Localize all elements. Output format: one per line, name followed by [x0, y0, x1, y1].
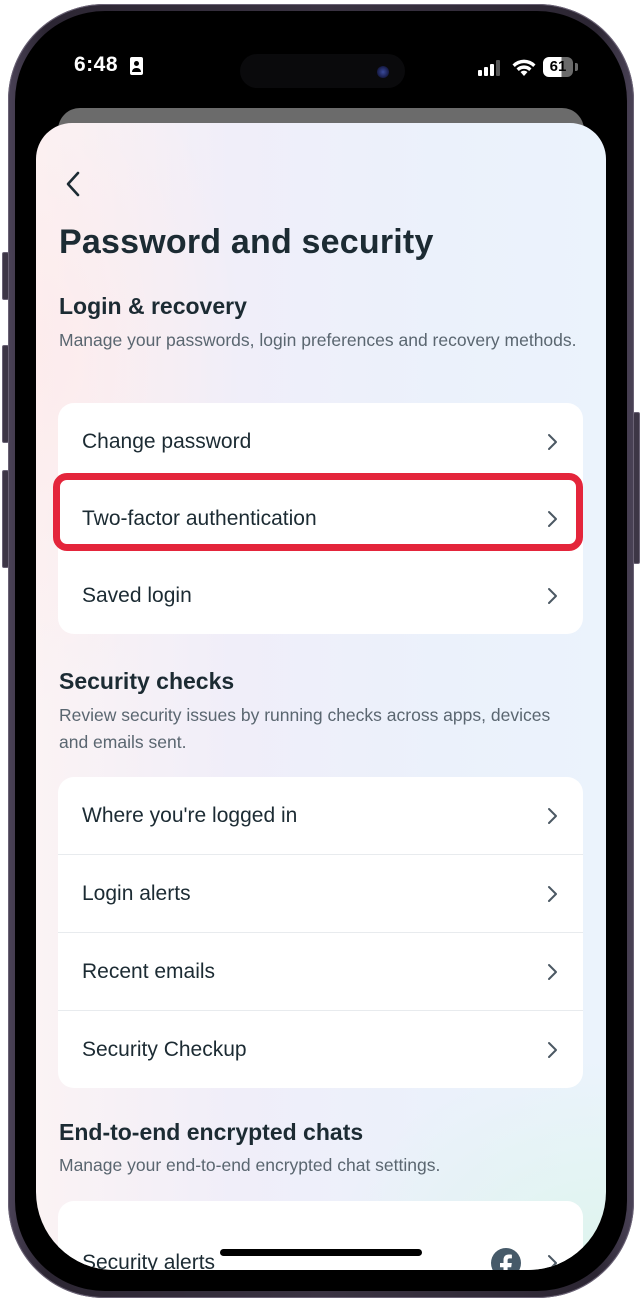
- chevron-right-icon: [548, 510, 557, 527]
- side-power-button: [633, 412, 640, 564]
- section-description-login-recovery: Manage your passwords, login preferences…: [59, 330, 577, 350]
- back-button[interactable]: [56, 167, 90, 201]
- security-checks-card: Where you're logged in Login alerts Rece…: [58, 777, 583, 1088]
- item-label: Saved login: [82, 583, 192, 607]
- chevron-left-icon: [66, 171, 80, 197]
- recent-emails-item[interactable]: Recent emails: [58, 932, 583, 1010]
- item-label: Recent emails: [82, 959, 216, 983]
- item-label: Login alerts: [82, 881, 191, 905]
- chevron-right-icon: [548, 433, 557, 450]
- battery-icon: 61: [543, 57, 573, 77]
- change-password-item[interactable]: Change password: [58, 403, 583, 480]
- section-description-e2e-chats: Manage your end-to-end encrypted chat se…: [59, 1155, 441, 1175]
- section-title-login-recovery: Login & recovery: [59, 293, 247, 319]
- section-title-security-checks: Security checks: [59, 668, 235, 694]
- e2e-chats-card: Security alerts: [58, 1201, 583, 1270]
- security-alerts-item[interactable]: Security alerts: [58, 1201, 583, 1270]
- chevron-right-icon: [548, 1041, 557, 1058]
- where-logged-in-item[interactable]: Where you're logged in: [58, 777, 583, 854]
- login-recovery-card: Change password Two-factor authenticatio…: [58, 403, 583, 634]
- section-title-e2e-chats: End-to-end encrypted chats: [59, 1119, 364, 1145]
- chevron-right-icon: [548, 885, 557, 902]
- saved-login-item[interactable]: Saved login: [58, 557, 583, 634]
- page-title: Password and security: [59, 223, 434, 261]
- password-security-screen: Password and security Login & recovery M…: [36, 123, 606, 1270]
- item-label: Security Checkup: [82, 1037, 247, 1061]
- volume-down-button: [2, 470, 9, 568]
- battery-nub: [575, 63, 578, 71]
- volume-up-button: [2, 345, 9, 443]
- status-time: 6:48: [74, 53, 119, 76]
- home-indicator[interactable]: [220, 1249, 422, 1256]
- security-checkup-item[interactable]: Security Checkup: [58, 1010, 583, 1088]
- item-label: Change password: [82, 429, 252, 453]
- facebook-icon: [491, 1248, 521, 1270]
- chevron-right-icon: [548, 807, 557, 824]
- item-label: Two-factor authentication: [82, 506, 317, 530]
- status-bar: 6:48 61: [0, 48, 642, 88]
- chevron-right-icon: [548, 587, 557, 604]
- two-factor-authentication-item[interactable]: Two-factor authentication: [58, 480, 583, 557]
- chevron-right-icon: [548, 963, 557, 980]
- camera-indicator: [377, 66, 389, 78]
- wifi-icon: [512, 59, 536, 76]
- id-card-icon: [130, 57, 143, 75]
- chevron-right-icon: [548, 1255, 557, 1270]
- item-label: Where you're logged in: [82, 803, 298, 827]
- login-alerts-item[interactable]: Login alerts: [58, 854, 583, 932]
- section-description-security-checks: Review security issues by running checks…: [59, 705, 551, 752]
- signal-icon: [478, 60, 504, 76]
- action-button: [2, 252, 9, 300]
